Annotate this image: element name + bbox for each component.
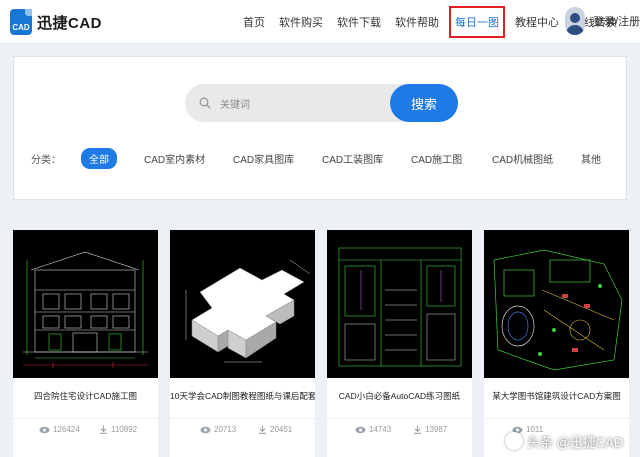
search-placeholder: 关键词 xyxy=(220,100,250,111)
nav-daily-drawing[interactable]: 每日一图 xyxy=(449,6,505,38)
watermark-text: 头条 @迅捷CAD xyxy=(527,434,624,450)
category-tooling[interactable]: CAD工装图库 xyxy=(322,151,383,166)
drawing-card[interactable]: 四合院住宅设计CAD施工图 126424 110892 xyxy=(13,230,158,457)
views-count: 126424 xyxy=(39,425,80,434)
eye-icon xyxy=(200,426,211,433)
category-interior[interactable]: CAD室内素材 xyxy=(144,151,205,166)
downloads-value: 13987 xyxy=(425,425,448,434)
card-stats: 14743 13987 xyxy=(327,418,472,440)
drawing-thumbnail[interactable] xyxy=(170,230,315,378)
top-header: CAD 迅捷CAD 首页 软件购买 软件下载 软件帮助 每日一图 教程中心 在线… xyxy=(0,0,640,44)
download-icon xyxy=(259,425,266,434)
category-construction[interactable]: CAD施工图 xyxy=(411,151,462,166)
toutiao-watermark: 头条 @迅捷CAD xyxy=(505,425,640,457)
eye-icon xyxy=(355,426,366,433)
drawing-card[interactable]: CAD小白必备AutoCAD练习图纸 14743 13987 xyxy=(327,230,472,457)
card-title[interactable]: CAD小白必备AutoCAD练习图纸 xyxy=(327,390,472,402)
search-input[interactable]: 关键词 xyxy=(185,84,425,122)
avatar[interactable] xyxy=(565,7,585,35)
card-stats: 20713 20451 xyxy=(170,418,315,440)
downloads-count: 20451 xyxy=(258,425,292,434)
search-bar: 关键词 搜索 xyxy=(185,84,458,122)
nav-tutorials[interactable]: 教程中心 xyxy=(515,14,559,30)
card-stats: 126424 110892 xyxy=(13,418,158,440)
category-all[interactable]: 全部 xyxy=(81,148,117,169)
logo-text: 迅捷CAD xyxy=(37,14,102,32)
site-logo[interactable]: CAD 迅捷CAD xyxy=(10,9,102,35)
search-icon xyxy=(199,97,211,109)
views-value: 20713 xyxy=(214,425,237,434)
views-value: 126424 xyxy=(53,425,80,434)
download-icon xyxy=(414,425,421,434)
drawing-thumbnail[interactable] xyxy=(327,230,472,378)
views-count: 20713 xyxy=(200,425,236,434)
category-filter: 分类： 全部 CAD室内素材 CAD家具图库 CAD工装图库 CAD施工图 CA… xyxy=(31,148,621,169)
nav-home[interactable]: 首页 xyxy=(243,14,265,30)
views-value: 14743 xyxy=(369,425,392,434)
nav-buy[interactable]: 软件购买 xyxy=(279,14,323,30)
category-mechanical[interactable]: CAD机械图纸 xyxy=(492,151,553,166)
eye-icon xyxy=(39,426,50,433)
category-other[interactable]: 其他 xyxy=(581,151,601,166)
downloads-count: 13987 xyxy=(413,425,447,434)
login-register-link[interactable]: 登录/注册 xyxy=(593,13,640,29)
drawing-card[interactable]: 某大学图书馆建筑设计CAD方案图 1011 xyxy=(484,230,629,457)
downloads-count: 110892 xyxy=(99,425,137,434)
download-icon xyxy=(100,425,107,434)
downloads-value: 110892 xyxy=(111,425,138,434)
card-title[interactable]: 四合院住宅设计CAD施工图 xyxy=(13,390,158,402)
user-area[interactable]: 登录/注册 xyxy=(565,7,640,35)
views-count: 14743 xyxy=(355,425,391,434)
category-label: 分类： xyxy=(31,155,61,166)
nav-download[interactable]: 软件下载 xyxy=(337,14,381,30)
category-furniture[interactable]: CAD家具图库 xyxy=(233,151,294,166)
nav-help[interactable]: 软件帮助 xyxy=(395,14,439,30)
card-title[interactable]: 某大学图书馆建筑设计CAD方案图 xyxy=(484,390,629,402)
cad-logo-icon: CAD xyxy=(10,9,32,35)
drawing-thumbnail[interactable] xyxy=(13,230,158,378)
search-button[interactable]: 搜索 xyxy=(390,84,458,122)
card-title[interactable]: 10天学会CAD制图教程图纸与课后配套习题 xyxy=(170,390,315,402)
drawing-thumbnail[interactable] xyxy=(484,230,629,378)
downloads-value: 20451 xyxy=(270,425,293,434)
watermark-logo-icon xyxy=(505,432,523,450)
search-panel: 关键词 搜索 分类： 全部 CAD室内素材 CAD家具图库 CAD工装图库 CA… xyxy=(13,56,627,200)
drawing-card[interactable]: 10天学会CAD制图教程图纸与课后配套习题 20713 20451 xyxy=(170,230,315,457)
